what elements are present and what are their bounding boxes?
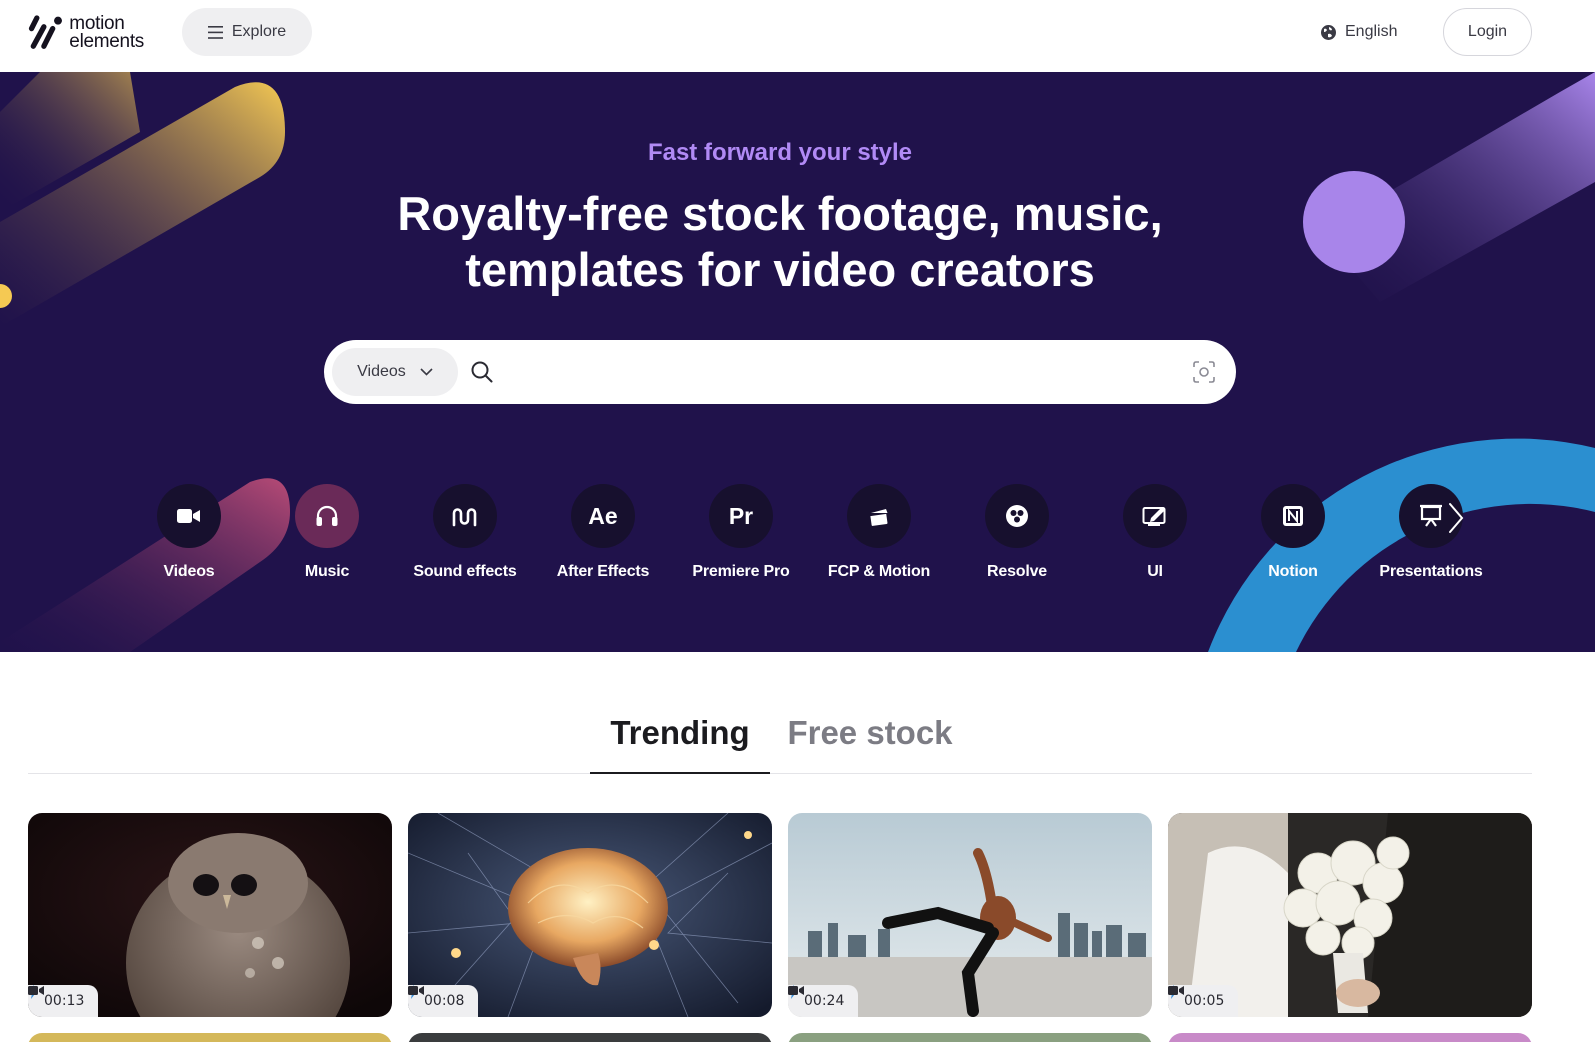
hero-headline-line2: templates for video creators (465, 243, 1095, 296)
ui-design-icon (1142, 507, 1166, 526)
hamburger-menu-icon (207, 25, 223, 39)
search-icon (471, 361, 493, 383)
category-after-effects[interactable]: Ae After Effects (534, 484, 672, 584)
logo-mark-icon (28, 15, 62, 49)
category-label: Videos (163, 563, 215, 580)
tab-free-stock[interactable]: Free stock (780, 714, 960, 774)
category-ui[interactable]: UI (1086, 484, 1224, 584)
sound-wave-icon (452, 508, 477, 527)
chevron-down-icon (420, 368, 433, 376)
category-sound-effects[interactable]: Sound effects (396, 484, 534, 584)
category-notion[interactable]: Notion (1224, 484, 1362, 584)
hero-tagline: Fast forward your style (647, 139, 913, 166)
headphones-icon (316, 505, 338, 526)
video-camera-icon (1168, 986, 1184, 995)
site-header: motion elements Explore English Login (0, 0, 1595, 72)
search-type-label: Videos (357, 363, 406, 380)
search-bar: Videos (324, 340, 1236, 404)
video-card-partial[interactable] (1168, 1033, 1532, 1042)
clapperboard-icon (870, 509, 888, 526)
after-effects-icon: Ae (571, 484, 635, 548)
category-label: Music (304, 563, 350, 580)
explore-label: Explore (231, 23, 287, 40)
hero-banner: Fast forward your style Royalty-free sto… (0, 72, 1595, 652)
video-card-partial[interactable] (788, 1033, 1152, 1042)
duration-text: 00:08 (424, 993, 465, 1009)
video-camera-icon (177, 509, 200, 523)
hero-headline: Royalty-free stock footage, music, templ… (0, 186, 1560, 298)
duration-text: 00:13 (44, 993, 85, 1009)
video-card-partial[interactable] (28, 1033, 392, 1042)
category-fcp-motion[interactable]: FCP & Motion (810, 484, 948, 584)
language-selector[interactable]: English (1320, 8, 1436, 56)
chevron-right-icon[interactable] (1436, 498, 1476, 538)
hero-headline-line1: Royalty-free stock footage, music, (397, 187, 1163, 240)
video-card[interactable]: 00:05 (1168, 813, 1532, 1017)
motion-elements-logo[interactable]: motion elements (28, 12, 144, 54)
tab-trending[interactable]: Trending (590, 714, 770, 774)
video-camera-icon (408, 986, 424, 995)
category-label: After Effects (556, 563, 650, 580)
category-label: Presentations (1379, 563, 1483, 580)
category-label: Notion (1268, 563, 1318, 580)
premiere-pro-icon: Pr (709, 484, 773, 548)
category-label: Premiere Pro (692, 563, 790, 580)
video-card[interactable]: 00:24 (788, 813, 1152, 1017)
content-tabs: Trending Free stock (28, 684, 1532, 774)
video-card[interactable]: 00:13 (28, 813, 392, 1017)
language-label: English (1345, 23, 1398, 40)
video-card-partial[interactable] (408, 1033, 772, 1042)
duration-badge: 00:08 (408, 985, 479, 1017)
explore-button[interactable]: Explore (182, 8, 312, 56)
duration-badge: 00:13 (28, 985, 99, 1017)
notion-icon (1283, 506, 1303, 526)
visual-search-icon[interactable] (1192, 360, 1216, 384)
duration-badge: 00:05 (1168, 985, 1239, 1017)
video-card[interactable]: 00:08 (408, 813, 772, 1017)
category-label: Sound effects (413, 563, 517, 580)
category-videos[interactable]: Videos (120, 484, 258, 584)
category-premiere-pro[interactable]: Pr Premiere Pro (672, 484, 810, 584)
category-label: FCP & Motion (827, 563, 931, 580)
duration-badge: 00:24 (788, 985, 859, 1017)
login-button[interactable]: Login (1443, 8, 1532, 56)
category-carousel: Videos Music Sound effects Ae After Effe… (120, 484, 1520, 584)
logo-text-elements: elements (69, 31, 144, 52)
category-music[interactable]: Music (258, 484, 396, 584)
category-label: UI (1147, 563, 1163, 580)
duration-text: 00:05 (1184, 993, 1225, 1009)
video-camera-icon (28, 986, 44, 995)
category-presentations[interactable]: Presentations (1362, 484, 1500, 584)
category-resolve[interactable]: Resolve (948, 484, 1086, 584)
resolve-icon (1006, 505, 1028, 527)
search-input[interactable] (506, 350, 1146, 394)
video-camera-icon (788, 986, 804, 995)
globe-icon (1321, 24, 1336, 40)
duration-text: 00:24 (804, 993, 845, 1009)
search-type-dropdown[interactable]: Videos (332, 348, 458, 396)
category-label: Resolve (987, 563, 1047, 580)
